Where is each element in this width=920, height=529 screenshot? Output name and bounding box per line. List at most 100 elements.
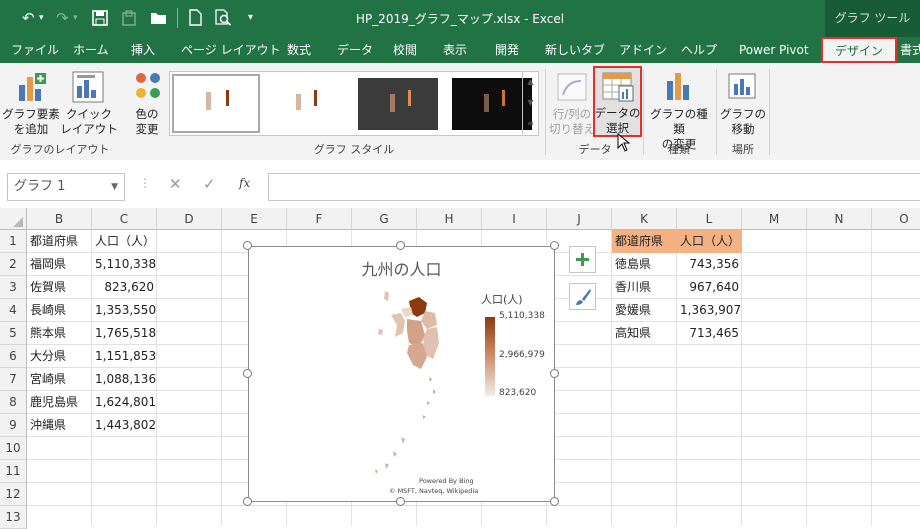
cell-l3[interactable]: 967,640 (677, 276, 742, 299)
resize-handle-top[interactable] (396, 241, 405, 250)
tab-formulas[interactable]: 数式 (287, 37, 311, 63)
cell-l1[interactable]: 人口（人） (677, 230, 742, 253)
cell-b8[interactable]: 鹿児島県 (27, 391, 92, 414)
cell-b4[interactable]: 長崎県 (27, 299, 92, 322)
column-header-e[interactable]: E (222, 208, 287, 230)
change-colors-button[interactable]: 色の 変更 (124, 67, 170, 141)
column-header-b[interactable]: B (27, 208, 92, 230)
row-header-6[interactable]: 6 (0, 345, 27, 368)
switch-row-column-button[interactable]: 行/列の 切り替え (549, 67, 595, 141)
cell-k4[interactable]: 愛媛県 (612, 299, 677, 322)
cell-c2[interactable]: 5,110,338 (92, 253, 157, 276)
column-header-m[interactable]: M (742, 208, 807, 230)
select-all-corner[interactable] (0, 208, 27, 230)
row-header-1[interactable]: 1 (0, 230, 27, 253)
column-header-j[interactable]: J (547, 208, 612, 230)
cell-b3[interactable]: 佐賀県 (27, 276, 92, 299)
resize-handle-right[interactable] (550, 369, 559, 378)
row-header-5[interactable]: 5 (0, 322, 27, 345)
resize-handle-bottom-right[interactable] (550, 497, 559, 506)
tab-format[interactable]: 書式 (900, 37, 920, 63)
group-label-chart-layouts: グラフのレイアウト (10, 143, 110, 156)
tab-file[interactable]: ファイル (11, 37, 59, 63)
chart-style-4[interactable] (452, 78, 532, 130)
row-header-4[interactable]: 4 (0, 299, 27, 322)
column-header-i[interactable]: I (482, 208, 547, 230)
column-header-k[interactable]: K (612, 208, 677, 230)
column-header-h[interactable]: H (417, 208, 482, 230)
column-header-o[interactable]: O (872, 208, 920, 230)
insert-function-icon[interactable]: fx (239, 176, 250, 190)
resize-handle-left[interactable] (243, 369, 252, 378)
tab-new-tab[interactable]: 新しいタブ (545, 37, 605, 63)
cell-c8[interactable]: 1,624,801 (92, 391, 157, 414)
cell-b7[interactable]: 宮崎県 (27, 368, 92, 391)
tab-review[interactable]: 校閲 (393, 37, 417, 63)
column-header-f[interactable]: F (287, 208, 352, 230)
cell-k2[interactable]: 徳島県 (612, 253, 677, 276)
tab-help[interactable]: ヘルプ (681, 37, 717, 63)
tab-view[interactable]: 表示 (443, 37, 467, 63)
move-chart-button[interactable]: グラフの 移動 (719, 67, 767, 141)
tab-addins[interactable]: アドイン (619, 37, 667, 63)
cell-k1[interactable]: 都道府県 (612, 230, 677, 253)
add-chart-element-button[interactable]: グラフ要素 を追加 (2, 67, 60, 141)
row-header-2[interactable]: 2 (0, 253, 27, 276)
column-header-n[interactable]: N (807, 208, 872, 230)
enter-icon[interactable]: ✓ (203, 175, 216, 193)
cell-c7[interactable]: 1,088,136 (92, 368, 157, 391)
cell-c9[interactable]: 1,443,802 (92, 414, 157, 437)
chart-style-1[interactable] (172, 74, 260, 133)
chart-style-2[interactable] (262, 76, 346, 131)
tab-home[interactable]: ホーム (73, 37, 109, 63)
cell-b5[interactable]: 熊本県 (27, 322, 92, 345)
cell-b1[interactable]: 都道府県 (27, 230, 92, 253)
resize-handle-bottom[interactable] (396, 497, 405, 506)
cell-c5[interactable]: 1,765,518 (92, 322, 157, 345)
cell-b9[interactable]: 沖縄県 (27, 414, 92, 437)
select-data-button[interactable]: データの 選択 (593, 66, 642, 137)
cell-c4[interactable]: 1,353,550 (92, 299, 157, 322)
quick-layout-button[interactable]: クイック レイアウト (60, 67, 118, 141)
column-header-c[interactable]: C (92, 208, 157, 230)
chart-elements-button[interactable] (569, 246, 596, 273)
name-box[interactable]: グラフ 1 ▼ (7, 173, 125, 201)
resize-handle-top-right[interactable] (550, 241, 559, 250)
name-box-dropdown-icon[interactable]: ▼ (111, 174, 118, 200)
chart-styles-button[interactable] (569, 283, 596, 310)
cell-c3[interactable]: 823,620 (92, 276, 157, 299)
row-header-8[interactable]: 8 (0, 391, 27, 414)
cell-k3[interactable]: 香川県 (612, 276, 677, 299)
cell-c1[interactable]: 人口（人） (92, 230, 157, 253)
row-header-3[interactable]: 3 (0, 276, 27, 299)
map-chart[interactable]: 九州の人口 人口(人) 5,110,338 2,966,979 823,620 … (248, 246, 555, 502)
cell-l4[interactable]: 1,363,907 (677, 299, 742, 322)
tab-insert[interactable]: 挿入 (131, 37, 155, 63)
row-header-12[interactable]: 12 (0, 483, 27, 506)
tab-developer[interactable]: 開発 (495, 37, 519, 63)
column-header-g[interactable]: G (352, 208, 417, 230)
tab-page-layout[interactable]: ページ レイアウト (181, 37, 281, 63)
row-header-7[interactable]: 7 (0, 368, 27, 391)
change-chart-type-button[interactable]: グラフの種類 の変更 (645, 67, 713, 151)
cell-l5[interactable]: 713,465 (677, 322, 742, 345)
column-header-d[interactable]: D (157, 208, 222, 230)
gallery-scroll[interactable]: ▲ ▼ ≡ (522, 71, 538, 134)
cell-k5[interactable]: 高知県 (612, 322, 677, 345)
formula-input[interactable] (268, 173, 920, 201)
column-header-l[interactable]: L (677, 208, 742, 230)
tab-design[interactable]: デザイン (821, 37, 898, 63)
row-header-9[interactable]: 9 (0, 414, 27, 437)
cell-c6[interactable]: 1,151,853 (92, 345, 157, 368)
cell-b2[interactable]: 福岡県 (27, 253, 92, 276)
cell-l2[interactable]: 743,356 (677, 253, 742, 276)
tab-power-pivot[interactable]: Power Pivot (739, 37, 809, 63)
resize-handle-top-left[interactable] (243, 241, 252, 250)
row-header-10[interactable]: 10 (0, 437, 27, 460)
chart-style-3[interactable] (358, 78, 438, 130)
tab-data[interactable]: データ (337, 37, 373, 63)
cell-b6[interactable]: 大分県 (27, 345, 92, 368)
row-header-11[interactable]: 11 (0, 460, 27, 483)
resize-handle-bottom-left[interactable] (243, 497, 252, 506)
cancel-icon[interactable]: ✕ (169, 175, 182, 193)
